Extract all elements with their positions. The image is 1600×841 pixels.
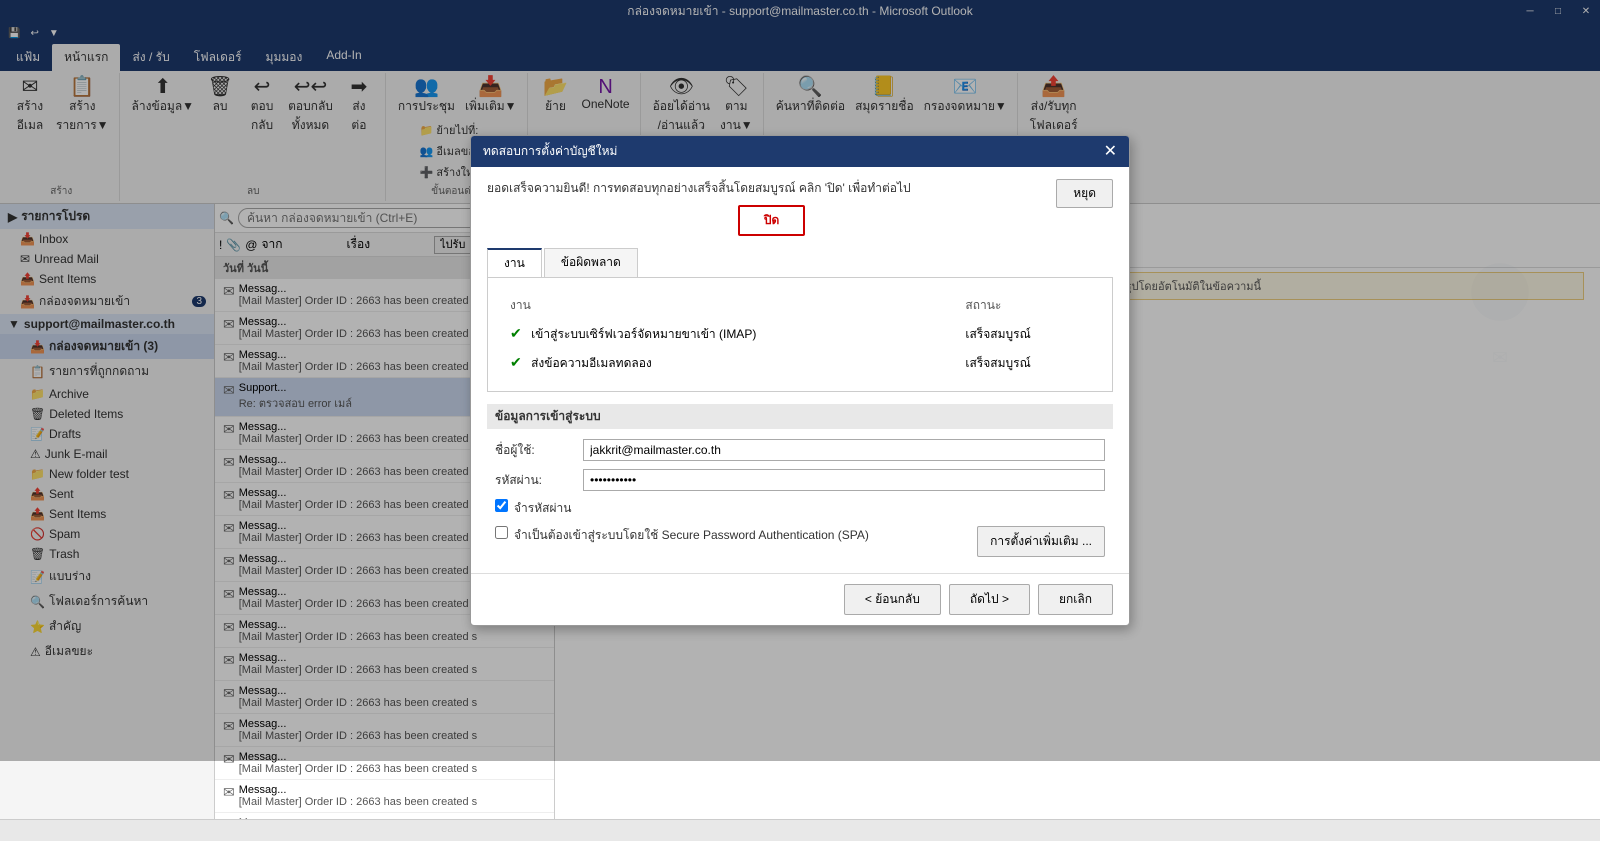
task-row-imap: ✔ เข้าสู่ระบบเซิร์ฟเวอร์จัดหมายขาเข้า (I…	[502, 321, 1098, 348]
advanced-settings-button[interactable]: การตั้งค่าเพิ่มเติม ...	[977, 526, 1105, 557]
dialog-body: หยุด ยอดเสร็จความยินดี! การทดสอบทุกอย่าง…	[471, 167, 1129, 573]
back-button[interactable]: < ย้อนกลับ	[844, 584, 941, 615]
dialog-account-test: ทดสอบการตั้งค่าบัญชีใหม่ ✕ หยุด ยอดเสร็จ…	[470, 135, 1130, 626]
email-sender: Messag...	[239, 817, 546, 819]
cancel-button[interactable]: ยกเลิก	[1038, 584, 1113, 615]
password-input[interactable]	[583, 469, 1105, 491]
remember-row: จำรหัสผ่าน	[487, 495, 1113, 522]
username-label: ชื่อผู้ใช้:	[495, 441, 575, 460]
password-label: รหัสผ่าน:	[495, 471, 575, 490]
tasks-col-task: งาน	[502, 292, 955, 319]
task-label-imap: ✔ เข้าสู่ระบบเซิร์ฟเวอร์จัดหมายขาเข้า (I…	[502, 321, 955, 348]
task-label-send: ✔ ส่งข้อความอีเมลทดลอง	[502, 350, 955, 377]
dialog-tabs: งาน ข้อผิดพลาด	[487, 248, 1113, 278]
spa-checkbox[interactable]	[495, 526, 508, 539]
email-subject: [Mail Master] Order ID : 2663 has been c…	[239, 763, 546, 775]
remember-label: จำรหัสผ่าน	[514, 499, 571, 518]
remember-checkbox[interactable]	[495, 499, 508, 512]
email-content: Messag... [Mail Master] Order ID : 2663 …	[239, 784, 546, 808]
email-content: Messag... [Mail Master] Order ID : 2663 …	[239, 817, 546, 819]
status-bar	[0, 819, 1600, 841]
spa-row: จำเป็นต้องเข้าสู่ระบบโดยใช้ Secure Passw…	[487, 522, 1113, 561]
close-main-button[interactable]: ปิด	[738, 205, 805, 236]
email-subject: [Mail Master] Order ID : 2663 has been c…	[239, 796, 546, 808]
dialog-title-bar: ทดสอบการตั้งค่าบัญชีใหม่ ✕	[471, 136, 1129, 167]
dialog-success-text: ยอดเสร็จความยินดี! การทดสอบทุกอย่างเสร็จ…	[487, 179, 1033, 197]
task-status-imap: เสร็จสมบูรณ์	[957, 321, 1098, 348]
task-check-imap: ✔	[510, 325, 522, 341]
dialog-tab-content: งาน สถานะ ✔ เข้าสู่ระบบเซิร์ฟเวอร์จัดหมา…	[487, 278, 1113, 392]
task-status-send: เสร็จสมบูรณ์	[957, 350, 1098, 377]
dialog-overlay: ทดสอบการตั้งค่าบัญชีใหม่ ✕ หยุด ยอดเสร็จ…	[0, 0, 1600, 761]
tasks-col-status: สถานะ	[957, 292, 1098, 319]
task-check-send: ✔	[510, 354, 522, 370]
dialog-login-section: ข้อมูลการเข้าสู่ระบบ ชื่อผู้ใช้: รหัสผ่า…	[487, 404, 1113, 561]
username-input[interactable]	[583, 439, 1105, 461]
username-row: ชื่อผู้ใช้:	[487, 435, 1113, 465]
email-icon: ✉	[223, 784, 235, 801]
email-row[interactable]: ✉ Messag... [Mail Master] Order ID : 266…	[215, 780, 554, 813]
dialog-title-close-button[interactable]: ✕	[1104, 144, 1117, 160]
email-icon: ✉	[223, 817, 235, 819]
task-text-imap: เข้าสู่ระบบเซิร์ฟเวอร์จัดหมายขาเข้า (IMA…	[531, 327, 756, 341]
task-row-send: ✔ ส่งข้อความอีเมลทดลอง เสร็จสมบูรณ์	[502, 350, 1098, 377]
email-sender: Messag...	[239, 784, 546, 796]
login-section-title: ข้อมูลการเข้าสู่ระบบ	[487, 404, 1113, 429]
dialog-title: ทดสอบการตั้งค่าบัญชีใหม่	[483, 142, 617, 161]
password-row: รหัสผ่าน:	[487, 465, 1113, 495]
spa-label: จำเป็นต้องเข้าสู่ระบบโดยใช้ Secure Passw…	[514, 526, 869, 545]
next-button[interactable]: ถัดไป >	[949, 584, 1030, 615]
dialog-tab-errors[interactable]: ข้อผิดพลาด	[544, 248, 638, 277]
dialog-tab-tasks[interactable]: งาน	[487, 248, 542, 277]
stop-button[interactable]: หยุด	[1056, 179, 1113, 208]
dialog-footer: < ย้อนกลับ ถัดไป > ยกเลิก	[471, 573, 1129, 625]
email-row[interactable]: ✉ Messag... [Mail Master] Order ID : 266…	[215, 813, 554, 819]
task-text-send: ส่งข้อความอีเมลทดลอง	[531, 356, 652, 370]
